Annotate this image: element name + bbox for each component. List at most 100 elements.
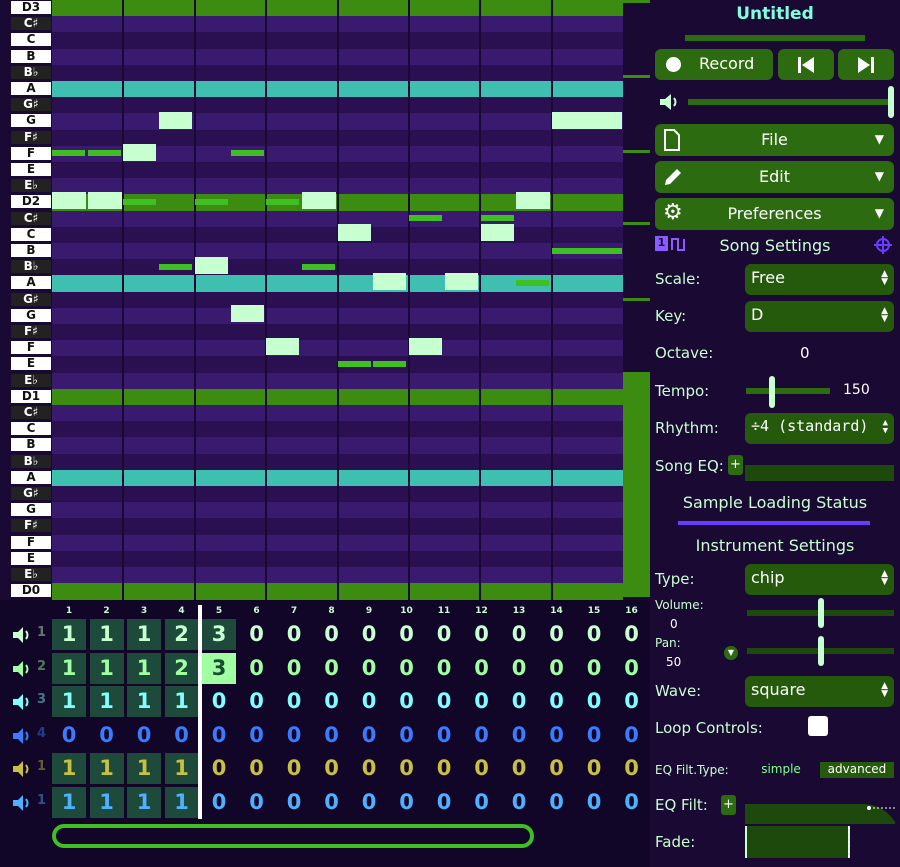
pattern-cell[interactable]: 0 (502, 787, 536, 818)
note[interactable] (266, 338, 299, 355)
pattern-cell[interactable]: 0 (390, 787, 424, 818)
piano-key[interactable]: B♭ (11, 455, 51, 468)
pattern-cell[interactable]: 0 (427, 720, 461, 751)
pattern-cell[interactable]: 1 (52, 787, 86, 818)
pattern-cell[interactable]: 1 (165, 686, 199, 717)
eq-filt-advanced-button[interactable]: advanced (820, 762, 894, 778)
speaker-icon[interactable] (12, 625, 34, 645)
eq-filt-simple-button[interactable]: simple (754, 762, 808, 776)
piano-key[interactable]: D2 (11, 195, 51, 208)
piano-key[interactable]: D1 (11, 390, 51, 403)
octave-scrollbar[interactable] (623, 0, 650, 600)
pattern-cell[interactable]: 0 (352, 787, 386, 818)
pattern-cell[interactable]: 0 (615, 787, 649, 818)
pattern-cell[interactable]: 0 (577, 653, 611, 684)
master-volume-thumb[interactable] (888, 86, 894, 118)
piano-key[interactable]: A (11, 471, 51, 484)
secondary-note[interactable] (159, 264, 192, 270)
pattern-cell[interactable]: 0 (52, 720, 86, 751)
pattern-cell[interactable]: 0 (427, 686, 461, 717)
octave-value[interactable]: 0 (800, 344, 810, 362)
pattern-cell[interactable]: 0 (502, 686, 536, 717)
pattern-cell[interactable]: 0 (390, 686, 424, 717)
fade-display[interactable] (745, 826, 850, 858)
piano-key[interactable]: G (11, 114, 51, 127)
pattern-cell[interactable]: 0 (502, 720, 536, 751)
pattern-cell[interactable]: 0 (615, 720, 649, 751)
bar-number[interactable]: 11 (427, 606, 461, 616)
piano-key[interactable]: E (11, 357, 51, 370)
note[interactable] (195, 257, 228, 274)
secondary-note[interactable] (52, 150, 85, 156)
note[interactable] (159, 112, 192, 129)
pattern-cell[interactable]: 0 (465, 720, 499, 751)
scale-select[interactable]: Free ▲ ▼ (745, 264, 894, 295)
piano-key[interactable]: C♯ (11, 212, 51, 225)
piano-key[interactable]: C (11, 33, 51, 46)
song-eq-display[interactable] (745, 465, 894, 481)
pattern-cell[interactable]: 0 (502, 653, 536, 684)
pattern-cell[interactable]: 3 (202, 653, 236, 684)
pattern-cell[interactable]: 0 (277, 686, 311, 717)
piano-key[interactable]: B (11, 50, 51, 63)
piano-key[interactable]: C♯ (11, 17, 51, 30)
pattern-cell[interactable]: 0 (427, 619, 461, 650)
pattern-cell[interactable]: 0 (352, 619, 386, 650)
pan-dropdown-button[interactable]: ▼ (724, 646, 738, 660)
pattern-cell[interactable]: 0 (240, 653, 274, 684)
pattern-cell[interactable]: 0 (202, 753, 236, 784)
pattern-cell[interactable]: 3 (202, 619, 236, 650)
pattern-cell[interactable]: 0 (465, 787, 499, 818)
secondary-note[interactable] (516, 280, 549, 286)
pattern-cell[interactable]: 1 (90, 686, 124, 717)
pattern-cell[interactable]: 1 (127, 787, 161, 818)
pattern-cell[interactable]: 1 (52, 653, 86, 684)
piano-key[interactable]: G♯ (11, 98, 51, 111)
bar-number[interactable]: 4 (165, 606, 199, 616)
pattern-cell[interactable]: 0 (277, 753, 311, 784)
pattern-cell[interactable]: 0 (315, 720, 349, 751)
secondary-note[interactable] (195, 199, 228, 205)
piano-key[interactable]: C (11, 422, 51, 435)
pattern-cell[interactable]: 0 (577, 720, 611, 751)
song-title[interactable]: Untitled (650, 4, 900, 24)
note[interactable] (409, 338, 442, 355)
piano-key[interactable]: F (11, 341, 51, 354)
piano-key[interactable]: A (11, 276, 51, 289)
crosshair-icon[interactable] (874, 236, 892, 254)
bar-number[interactable]: 1 (52, 606, 86, 616)
pattern-cell[interactable]: 0 (352, 753, 386, 784)
bar-number[interactable]: 9 (352, 606, 386, 616)
pattern-cell[interactable]: 0 (240, 686, 274, 717)
piano-key[interactable]: F (11, 536, 51, 549)
pattern-cell[interactable]: 0 (165, 720, 199, 751)
pattern-cell[interactable]: 0 (390, 653, 424, 684)
pattern-cell[interactable]: 1 (52, 753, 86, 784)
pattern-cell[interactable]: 1 (52, 686, 86, 717)
pattern-cell[interactable]: 0 (427, 787, 461, 818)
horizontal-scrollbar[interactable] (52, 824, 534, 848)
pattern-cell[interactable]: 0 (202, 787, 236, 818)
pattern-cell[interactable]: 0 (390, 753, 424, 784)
piano-key[interactable]: B♭ (11, 66, 51, 79)
bar-number[interactable]: 15 (577, 606, 611, 616)
pattern-cell[interactable]: 0 (240, 619, 274, 650)
note-grid[interactable] (52, 0, 623, 600)
piano-key[interactable]: G♯ (11, 293, 51, 306)
piano-key[interactable]: E♭ (11, 374, 51, 387)
pattern-cell[interactable]: 0 (315, 619, 349, 650)
secondary-note[interactable] (266, 199, 299, 205)
key-select[interactable]: D ▲ ▼ (745, 301, 894, 332)
pattern-cell[interactable]: 0 (577, 787, 611, 818)
pattern-cell[interactable]: 0 (315, 686, 349, 717)
pattern-cell[interactable]: 0 (240, 720, 274, 751)
pan-thumb[interactable] (818, 636, 824, 666)
piano-key[interactable]: E (11, 163, 51, 176)
piano-key[interactable]: E♭ (11, 568, 51, 581)
piano-key[interactable]: F♯ (11, 325, 51, 338)
pattern-cell[interactable]: 0 (315, 787, 349, 818)
note[interactable] (231, 305, 264, 322)
pattern-cell[interactable]: 0 (540, 686, 574, 717)
pattern-cell[interactable]: 0 (615, 653, 649, 684)
pattern-cell[interactable]: 1 (127, 753, 161, 784)
